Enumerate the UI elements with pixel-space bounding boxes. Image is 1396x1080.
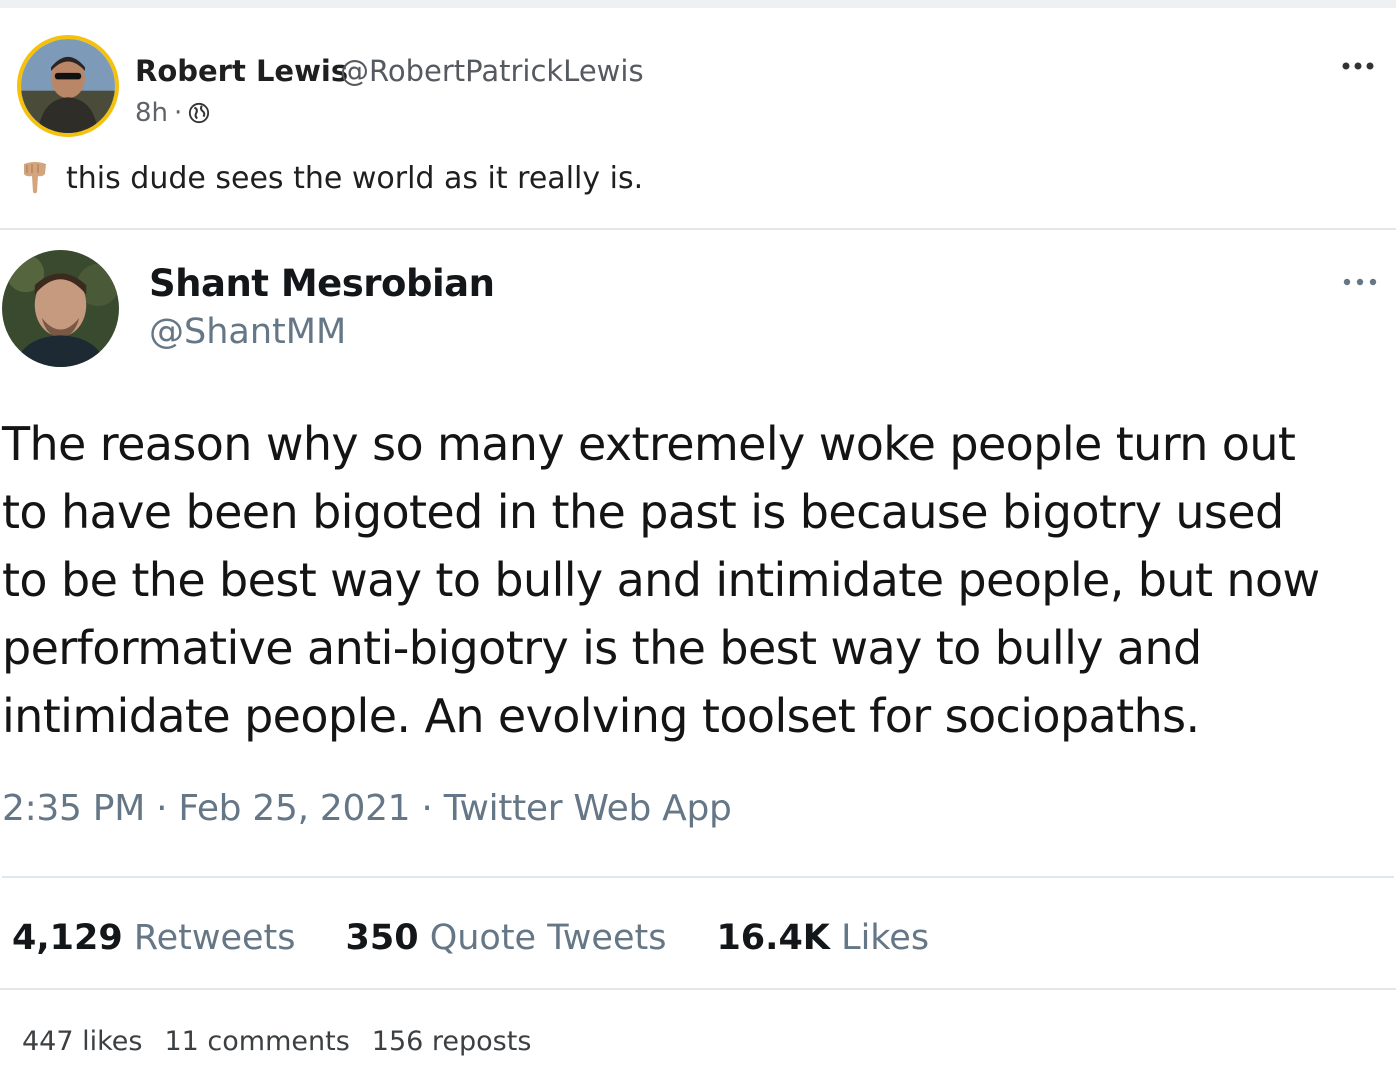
author-name[interactable]: Robert Lewis — [135, 54, 348, 88]
author-avatar[interactable] — [17, 35, 119, 137]
retweets-count: 4,129 — [12, 918, 123, 958]
divider — [0, 228, 1396, 230]
author-avatar-image — [21, 39, 115, 133]
quote-tweets-label: Quote Tweets — [418, 918, 667, 958]
likes-count: 16.4K — [716, 918, 830, 958]
tweet-avatar — [2, 250, 119, 367]
meta-separator: · — [174, 98, 183, 128]
reposts-count-link[interactable]: 156 reposts — [372, 1026, 532, 1057]
tweet-more-icon — [1343, 278, 1377, 286]
likes-stat: 16.4K Likes — [716, 918, 929, 958]
post-time[interactable]: 8h — [135, 98, 168, 128]
likes-count-link[interactable]: 447 likes — [22, 1026, 142, 1057]
retweets-label: Retweets — [122, 918, 296, 958]
quote-tweets-stat: 350 Quote Tweets — [346, 918, 667, 958]
tweet-author-name: Shant Mesrobian — [149, 262, 495, 305]
tweet-text: The reason why so many extremely woke pe… — [2, 410, 1394, 750]
tweet-timestamp: 2:35 PM · Feb 25, 2021 · Twitter Web App — [2, 788, 732, 829]
engagement-bar: 447 likes 11 comments 156 reposts — [22, 1026, 531, 1057]
caption-text: this dude sees the world as it really is… — [66, 160, 644, 196]
tweet-stats: 4,129 Retweets 350 Quote Tweets 16.4K Li… — [12, 918, 929, 958]
tweet-author-handle: @ShantMM — [149, 312, 347, 352]
more-options-icon[interactable] — [1340, 56, 1376, 76]
author-handle[interactable]: @RobertPatrickLewis — [340, 54, 644, 88]
globe-icon — [189, 102, 210, 124]
tweet-text-line: intimidate people. An evolving toolset f… — [2, 689, 1200, 743]
top-bar — [0, 0, 1396, 8]
post-caption: this dude sees the world as it really is… — [20, 160, 643, 196]
tweet-text-line: The reason why so many extremely woke pe… — [2, 417, 1296, 471]
retweets-stat: 4,129 Retweets — [12, 918, 296, 958]
post-meta: 8h · — [135, 98, 210, 128]
pointing-down-hand-icon — [24, 162, 46, 194]
divider — [0, 988, 1396, 990]
comments-count-link[interactable]: 11 comments — [164, 1026, 349, 1057]
tweet-divider — [2, 876, 1394, 878]
tweet-text-line: to be the best way to bully and intimida… — [2, 553, 1320, 607]
tweet-avatar-image — [2, 250, 119, 367]
likes-label: Likes — [829, 918, 930, 958]
tweet-text-line: to have been bigoted in the past is beca… — [2, 485, 1284, 539]
quote-tweets-count: 350 — [345, 918, 419, 958]
tweet-text-line: performative anti-bigotry is the best wa… — [2, 621, 1202, 675]
